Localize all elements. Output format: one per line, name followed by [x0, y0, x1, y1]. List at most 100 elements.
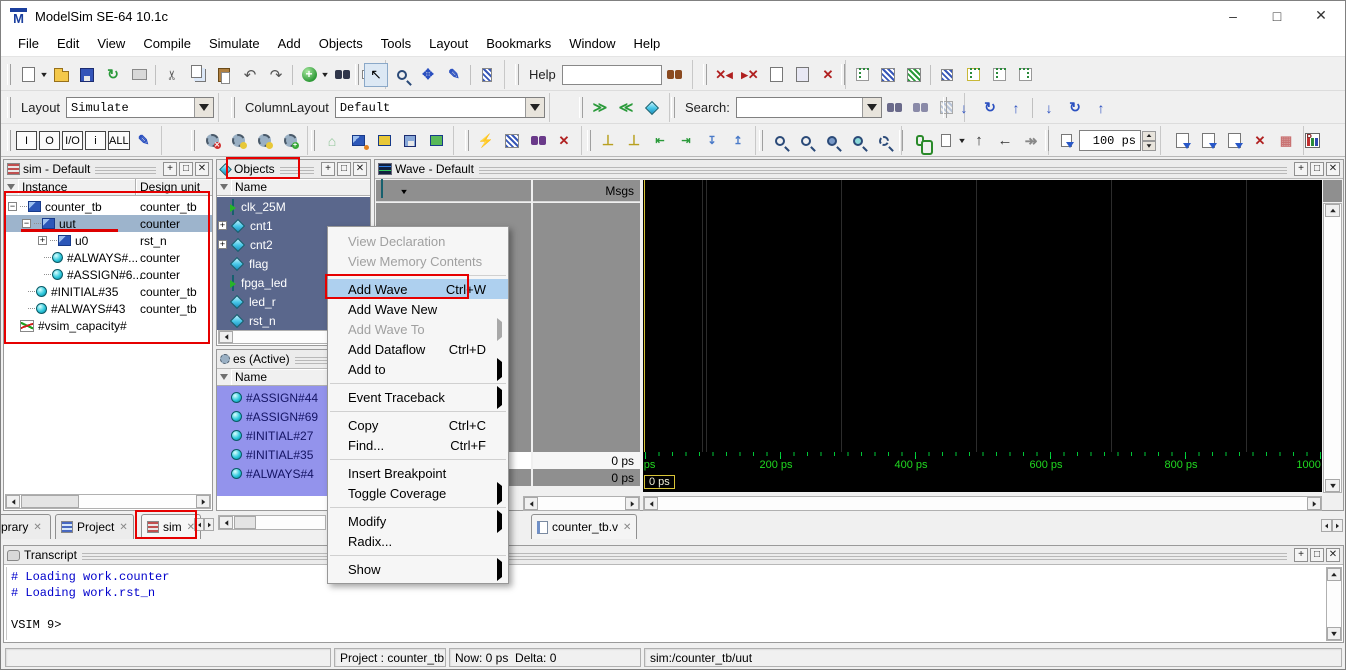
objects-panel-zoom-button[interactable]: +: [321, 162, 335, 176]
menu-add[interactable]: Add: [269, 32, 310, 55]
filter-inout-button[interactable]: I/O: [62, 131, 83, 150]
sim-panel-close-button[interactable]: ✕: [195, 162, 209, 176]
refresh-list-button[interactable]: ↻: [1063, 96, 1087, 120]
help-input[interactable]: [562, 65, 662, 85]
transcript-close-button[interactable]: ✕: [1326, 548, 1340, 562]
tree-row-u0[interactable]: + u0 rst_n: [4, 232, 212, 249]
toolbar-handle[interactable]: [311, 130, 315, 151]
column-header-name[interactable]: Name: [231, 179, 370, 195]
remove-cursor-right-button[interactable]: ▸✕: [738, 63, 762, 87]
filter-funnel-icon[interactable]: [220, 184, 228, 190]
forward-fast-button[interactable]: ↠: [1019, 129, 1043, 153]
scroll-right-button[interactable]: [196, 495, 210, 508]
filter-all-button[interactable]: ALL: [108, 131, 130, 150]
zoom-out-button[interactable]: [794, 129, 818, 153]
environment-up-button[interactable]: ⌂: [320, 129, 344, 153]
save-button[interactable]: [75, 63, 99, 87]
objects-panel-undock-button[interactable]: □: [337, 162, 351, 176]
wave-horizontal-scrollbar[interactable]: [643, 496, 1322, 511]
expand-icon[interactable]: +: [218, 240, 227, 249]
wave-msgs-column[interactable]: [533, 203, 640, 452]
menu-compile[interactable]: Compile: [134, 32, 200, 55]
filter-outputs-button[interactable]: O: [39, 131, 60, 150]
menu-view[interactable]: View: [88, 32, 134, 55]
collapse-left-button[interactable]: ≫: [588, 96, 612, 120]
toolbar-handle[interactable]: [841, 64, 845, 85]
menu-item-add-to[interactable]: Add to: [328, 359, 508, 379]
menu-layout[interactable]: Layout: [420, 32, 477, 55]
column-header-instance[interactable]: Instance: [18, 179, 136, 195]
cut-button[interactable]: ✂: [160, 63, 184, 87]
run-length-field[interactable]: 100 ps: [1079, 130, 1141, 151]
add-cursor-button[interactable]: ⊥: [596, 129, 620, 153]
environment-back-button[interactable]: [346, 129, 370, 153]
show-list-dropdown[interactable]: [957, 130, 966, 152]
stop-run-button[interactable]: ✕: [1248, 129, 1272, 153]
waveform-canvas[interactable]: [643, 180, 1322, 452]
transcript-vertical-scrollbar[interactable]: [1326, 567, 1342, 641]
transcript-undock-button[interactable]: □: [1310, 548, 1324, 562]
toggle-lock-cursor-button[interactable]: [876, 63, 900, 87]
tree-row-uut[interactable]: − uut counter: [4, 215, 212, 232]
reload-button[interactable]: ↻: [101, 63, 125, 87]
collapse-icon[interactable]: −: [8, 202, 17, 211]
signal-row-clk-25m[interactable]: clk_25M: [217, 197, 370, 216]
simulate-button[interactable]: [526, 129, 550, 153]
search-forward-button[interactable]: [909, 96, 933, 120]
menu-item-view-declaration[interactable]: View Declaration: [328, 231, 508, 251]
layout-dropdown-button[interactable]: [194, 98, 213, 117]
filter-inputs-button[interactable]: I: [16, 131, 37, 150]
link-environment-button[interactable]: [908, 129, 932, 153]
spin-up-button[interactable]: [1142, 131, 1156, 141]
close-button[interactable]: ✕: [1299, 1, 1343, 30]
remove-cursor-left-button[interactable]: ✕◂: [712, 63, 736, 87]
menu-item-view-memory-contents[interactable]: View Memory Contents: [328, 251, 508, 271]
wave-group-dropdown-icon[interactable]: [401, 190, 407, 194]
minimize-button[interactable]: –: [1211, 1, 1255, 30]
redo-button[interactable]: ↷: [264, 63, 288, 87]
menu-item-add-wave-new[interactable]: Add Wave New: [328, 299, 508, 319]
edit-mode-button[interactable]: ✎: [442, 63, 466, 87]
environment-forward-button[interactable]: [372, 129, 396, 153]
sim-panel-titlebar[interactable]: sim - Default + □ ✕: [4, 160, 212, 179]
scroll-down-button[interactable]: [1325, 479, 1340, 492]
run-all2-button[interactable]: [1222, 129, 1246, 153]
sim-panel-zoom-button[interactable]: +: [163, 162, 177, 176]
show-drivers-button[interactable]: [475, 63, 499, 87]
zoom-mode-button[interactable]: [390, 63, 414, 87]
tree-row-vsim-capacity[interactable]: #vsim_capacity#: [4, 317, 212, 334]
toolbar-handle[interactable]: [355, 64, 359, 85]
columnlayout-select[interactable]: Default: [335, 97, 545, 118]
wave-name-horizontal-scrollbar[interactable]: [523, 496, 640, 511]
wave-cursor-line[interactable]: [644, 180, 645, 452]
next-edge-button[interactable]: ⇥: [674, 129, 698, 153]
menu-help[interactable]: Help: [624, 32, 669, 55]
menu-item-radix[interactable]: Radix...: [328, 531, 508, 551]
expand-icon[interactable]: +: [38, 236, 47, 245]
scroll-up-button[interactable]: [1327, 568, 1341, 581]
menu-item-event-traceback[interactable]: Event Traceback: [328, 387, 508, 407]
print-button[interactable]: [127, 63, 151, 87]
collapse-icon[interactable]: −: [22, 219, 31, 228]
find-falling-edge-button[interactable]: [987, 63, 1011, 87]
menu-item-add-wave[interactable]: Add WaveCtrl+W: [328, 279, 508, 299]
scroll-right-button[interactable]: [1307, 497, 1321, 510]
transcript-body[interactable]: # Loading work.counter # Loading work.rs…: [6, 567, 1325, 640]
tree-row-initial35[interactable]: #INITIAL#35 counter_tb: [4, 283, 212, 300]
move-to-top-button[interactable]: ↑: [1089, 96, 1113, 120]
column-header-design-unit[interactable]: Design unit: [136, 179, 212, 195]
pan-mode-button[interactable]: ✥: [416, 63, 440, 87]
undo-button[interactable]: ↶: [238, 63, 262, 87]
prev-fall-button[interactable]: ↧: [700, 129, 724, 153]
search-combo[interactable]: [736, 97, 882, 118]
wave-panel-undock-button[interactable]: □: [1310, 162, 1324, 176]
zoom-full-button[interactable]: [820, 129, 844, 153]
tab-close-icon[interactable]: ✕: [33, 522, 41, 533]
processes-horizontal-scrollbar[interactable]: [218, 515, 326, 530]
menu-item-insert-breakpoint[interactable]: Insert Breakpoint: [328, 463, 508, 483]
wave-panel-zoom-button[interactable]: +: [1294, 162, 1308, 176]
wave-panel-close-button[interactable]: ✕: [1326, 162, 1340, 176]
restart-button[interactable]: ✕: [200, 129, 224, 153]
filter-internal-button[interactable]: i: [85, 131, 106, 150]
layout-select[interactable]: Simulate: [66, 97, 214, 118]
